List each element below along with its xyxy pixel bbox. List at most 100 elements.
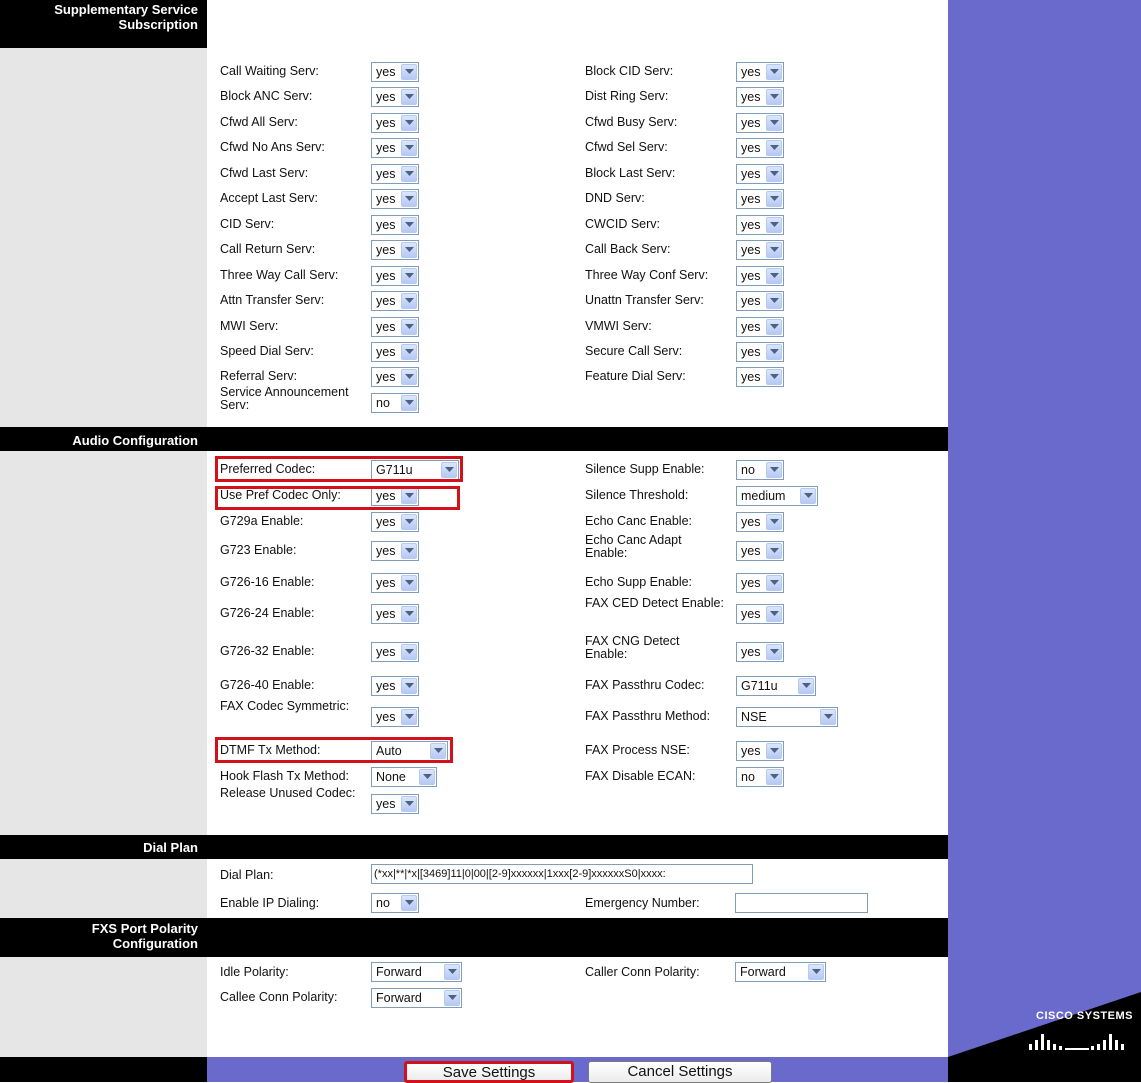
chevron-down-icon[interactable]: [766, 606, 782, 622]
field-select[interactable]: None: [371, 767, 437, 787]
chevron-down-icon[interactable]: [766, 644, 782, 660]
field-select[interactable]: yes: [371, 541, 419, 561]
chevron-down-icon[interactable]: [401, 64, 417, 80]
field-select[interactable]: yes: [736, 541, 784, 561]
field-select[interactable]: yes: [371, 240, 419, 260]
chevron-down-icon[interactable]: [401, 575, 417, 591]
chevron-down-icon[interactable]: [766, 217, 782, 233]
field-select[interactable]: yes: [736, 642, 784, 662]
field-select[interactable]: yes: [371, 113, 419, 133]
enable-ip-dialing-select[interactable]: no: [371, 893, 419, 913]
chevron-down-icon[interactable]: [766, 743, 782, 759]
field-select[interactable]: yes: [736, 604, 784, 624]
chevron-down-icon[interactable]: [766, 462, 782, 478]
chevron-down-icon[interactable]: [766, 166, 782, 182]
field-select[interactable]: yes: [371, 604, 419, 624]
caller-conn-polarity-select[interactable]: Forward: [735, 962, 826, 982]
chevron-down-icon[interactable]: [444, 990, 460, 1006]
chevron-down-icon[interactable]: [444, 964, 460, 980]
field-select[interactable]: yes: [736, 189, 784, 209]
field-select[interactable]: yes: [736, 87, 784, 107]
chevron-down-icon[interactable]: [766, 115, 782, 131]
field-select[interactable]: yes: [736, 317, 784, 337]
chevron-down-icon[interactable]: [766, 543, 782, 559]
field-select[interactable]: yes: [371, 62, 419, 82]
chevron-down-icon[interactable]: [401, 242, 417, 258]
chevron-down-icon[interactable]: [401, 709, 417, 725]
field-select[interactable]: yes: [371, 512, 419, 532]
chevron-down-icon[interactable]: [419, 769, 435, 785]
chevron-down-icon[interactable]: [401, 395, 417, 411]
field-select[interactable]: yes: [371, 291, 419, 311]
save-settings-button[interactable]: Save Settings: [404, 1061, 574, 1083]
field-select[interactable]: yes: [371, 367, 419, 387]
field-select[interactable]: yes: [371, 794, 419, 814]
field-select[interactable]: yes: [371, 573, 419, 593]
chevron-down-icon[interactable]: [401, 293, 417, 309]
chevron-down-icon[interactable]: [401, 543, 417, 559]
field-select[interactable]: yes: [736, 741, 784, 761]
chevron-down-icon[interactable]: [401, 191, 417, 207]
chevron-down-icon[interactable]: [401, 895, 417, 911]
chevron-down-icon[interactable]: [401, 115, 417, 131]
field-select[interactable]: yes: [371, 707, 419, 727]
dial-plan-input[interactable]: (*xx|**|*x|[3469]11|0|00|[2-9]xxxxxx|1xx…: [371, 864, 753, 884]
chevron-down-icon[interactable]: [401, 319, 417, 335]
chevron-down-icon[interactable]: [766, 769, 782, 785]
field-select[interactable]: medium: [736, 486, 818, 506]
chevron-down-icon[interactable]: [401, 217, 417, 233]
callee-conn-polarity-select[interactable]: Forward: [371, 988, 462, 1008]
field-select[interactable]: yes: [736, 291, 784, 311]
field-select[interactable]: yes: [371, 138, 419, 158]
chevron-down-icon[interactable]: [820, 709, 836, 725]
chevron-down-icon[interactable]: [401, 644, 417, 660]
chevron-down-icon[interactable]: [401, 166, 417, 182]
field-select[interactable]: yes: [736, 342, 784, 362]
field-select[interactable]: yes: [736, 138, 784, 158]
emergency-number-input[interactable]: [735, 893, 868, 913]
field-select[interactable]: yes: [736, 240, 784, 260]
field-select[interactable]: no: [371, 393, 419, 413]
cancel-settings-button[interactable]: Cancel Settings: [588, 1061, 772, 1083]
chevron-down-icon[interactable]: [401, 514, 417, 530]
field-select[interactable]: yes: [736, 266, 784, 286]
field-select[interactable]: NSE: [736, 707, 838, 727]
chevron-down-icon[interactable]: [401, 268, 417, 284]
field-select[interactable]: yes: [736, 62, 784, 82]
chevron-down-icon[interactable]: [401, 606, 417, 622]
chevron-down-icon[interactable]: [766, 369, 782, 385]
chevron-down-icon[interactable]: [766, 191, 782, 207]
chevron-down-icon[interactable]: [766, 64, 782, 80]
field-select[interactable]: no: [736, 767, 784, 787]
field-select[interactable]: yes: [371, 676, 419, 696]
field-select[interactable]: yes: [371, 342, 419, 362]
field-select[interactable]: yes: [371, 189, 419, 209]
chevron-down-icon[interactable]: [766, 575, 782, 591]
field-select[interactable]: yes: [371, 87, 419, 107]
field-select[interactable]: yes: [736, 367, 784, 387]
chevron-down-icon[interactable]: [401, 678, 417, 694]
field-select[interactable]: yes: [371, 642, 419, 662]
field-select[interactable]: yes: [371, 164, 419, 184]
chevron-down-icon[interactable]: [766, 242, 782, 258]
chevron-down-icon[interactable]: [800, 488, 816, 504]
chevron-down-icon[interactable]: [766, 319, 782, 335]
field-select[interactable]: yes: [371, 317, 419, 337]
field-select[interactable]: yes: [736, 215, 784, 235]
field-select[interactable]: yes: [371, 215, 419, 235]
field-select[interactable]: no: [736, 460, 784, 480]
chevron-down-icon[interactable]: [401, 344, 417, 360]
field-select[interactable]: yes: [736, 113, 784, 133]
chevron-down-icon[interactable]: [401, 140, 417, 156]
chevron-down-icon[interactable]: [766, 293, 782, 309]
idle-polarity-select[interactable]: Forward: [371, 962, 462, 982]
chevron-down-icon[interactable]: [798, 678, 814, 694]
chevron-down-icon[interactable]: [808, 964, 824, 980]
chevron-down-icon[interactable]: [766, 140, 782, 156]
chevron-down-icon[interactable]: [766, 268, 782, 284]
chevron-down-icon[interactable]: [401, 89, 417, 105]
field-select[interactable]: G711u: [736, 676, 816, 696]
field-select[interactable]: yes: [736, 573, 784, 593]
chevron-down-icon[interactable]: [401, 369, 417, 385]
chevron-down-icon[interactable]: [766, 514, 782, 530]
